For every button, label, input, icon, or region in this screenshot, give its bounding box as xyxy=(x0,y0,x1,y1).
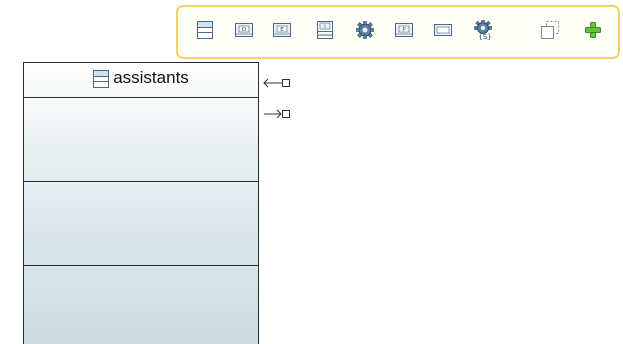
svg-text:{S}: {S} xyxy=(478,33,491,40)
table-icon xyxy=(197,21,213,39)
plus-icon xyxy=(585,22,601,38)
incoming-connection-handle[interactable] xyxy=(262,77,292,89)
gear-icon xyxy=(356,21,374,39)
index-icon: I xyxy=(317,21,333,39)
add-table-button[interactable] xyxy=(193,18,217,42)
stored-procedure-icon: {S} xyxy=(474,20,494,40)
element-palette-toolbar: D E I P {S} xyxy=(176,5,620,59)
add-view-button[interactable] xyxy=(431,18,455,42)
parameter-icon: P xyxy=(395,23,413,37)
add-data-column-button[interactable]: D xyxy=(232,18,256,42)
svg-text:I: I xyxy=(324,24,325,30)
add-parameter-button[interactable]: P xyxy=(392,18,416,42)
table-icon xyxy=(93,70,110,88)
arrow-left-connector-icon xyxy=(262,77,292,89)
outgoing-connection-handle[interactable] xyxy=(262,108,292,120)
add-note-button[interactable] xyxy=(538,18,562,42)
arrow-right-connector-icon xyxy=(262,108,292,120)
table-header[interactable]: assistants xyxy=(24,63,258,98)
table-name-label[interactable]: assistants xyxy=(113,68,189,88)
keys-compartment[interactable] xyxy=(24,182,258,266)
svg-text:D: D xyxy=(242,27,246,33)
table-node[interactable]: assistants xyxy=(23,62,259,344)
indexes-compartment[interactable] xyxy=(24,266,258,344)
data-column-icon: D xyxy=(235,23,253,37)
add-trigger-button[interactable] xyxy=(353,18,377,42)
dashed-box-icon xyxy=(541,21,559,39)
enum-column-icon: E xyxy=(273,23,291,37)
view-icon xyxy=(434,24,452,36)
columns-compartment[interactable] xyxy=(24,98,258,182)
add-element-button[interactable] xyxy=(581,18,605,42)
add-enum-column-button[interactable]: E xyxy=(270,18,294,42)
add-stored-procedure-button[interactable]: {S} xyxy=(472,18,496,42)
diagram-canvas[interactable]: D E I P {S} assistants xyxy=(0,0,623,344)
svg-text:E: E xyxy=(280,27,284,33)
add-index-button[interactable]: I xyxy=(313,18,337,42)
